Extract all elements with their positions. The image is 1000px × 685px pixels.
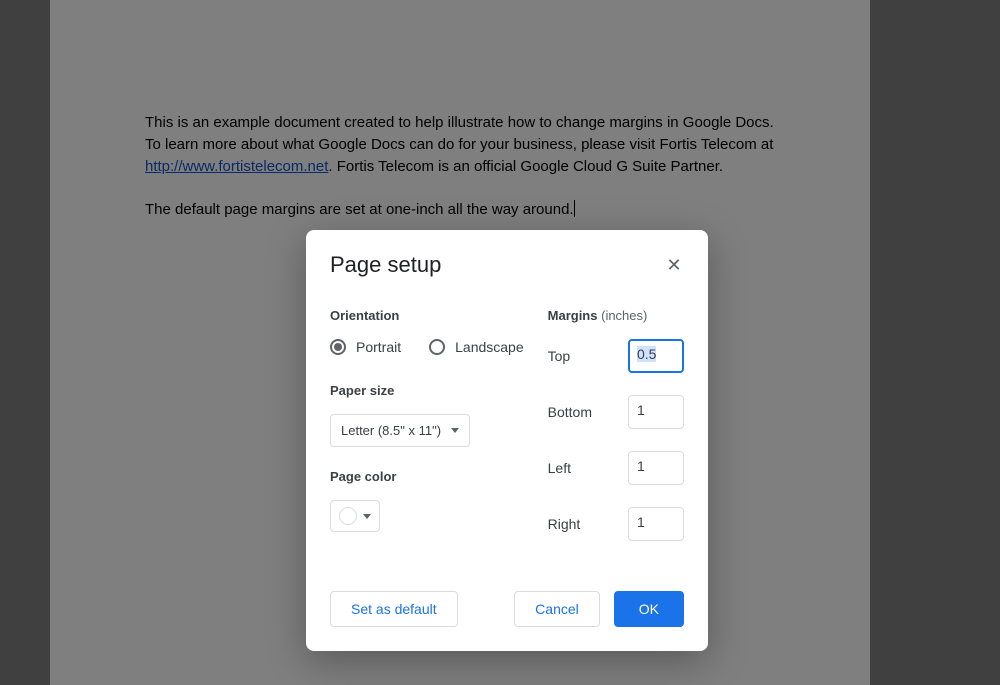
paper-size-label: Paper size <box>330 383 524 398</box>
radio-icon <box>429 339 445 355</box>
input-value: 0.5 <box>637 346 656 362</box>
orientation-options: Portrait Landscape <box>330 339 524 355</box>
margin-label: Top <box>548 348 571 364</box>
margin-label: Left <box>548 460 571 476</box>
close-icon[interactable]: ✕ <box>664 256 684 274</box>
dialog-body: Orientation Portrait Landscape Paper siz… <box>330 308 684 541</box>
dialog-header: Page setup ✕ <box>330 252 684 278</box>
margin-left-input[interactable]: 1 <box>628 451 684 485</box>
page-setup-dialog: Page setup ✕ Orientation Portrait Landsc… <box>306 230 708 651</box>
radio-label: Portrait <box>356 339 401 355</box>
paper-size-value: Letter (8.5" x 11") <box>341 423 441 438</box>
orientation-portrait-radio[interactable]: Portrait <box>330 339 401 355</box>
margin-left-row: Left 1 <box>548 451 684 485</box>
input-value: 1 <box>637 458 645 474</box>
paper-size-select[interactable]: Letter (8.5" x 11") <box>330 414 470 447</box>
orientation-landscape-radio[interactable]: Landscape <box>429 339 524 355</box>
cancel-button[interactable]: Cancel <box>514 591 600 627</box>
orientation-label: Orientation <box>330 308 524 323</box>
chevron-down-icon <box>451 428 459 433</box>
margin-label: Right <box>548 516 581 532</box>
margin-right-row: Right 1 <box>548 507 684 541</box>
input-value: 1 <box>637 514 645 530</box>
page-color-select[interactable] <box>330 500 380 532</box>
ok-button[interactable]: OK <box>614 591 684 627</box>
margins-label: Margins (inches) <box>548 308 684 323</box>
spacer <box>472 591 501 627</box>
margin-top-row: Top 0.5 <box>548 339 684 373</box>
margin-top-input[interactable]: 0.5 <box>628 339 684 373</box>
margins-label-text: Margins <box>548 308 598 323</box>
radio-icon <box>330 339 346 355</box>
color-swatch <box>339 507 357 525</box>
set-default-button[interactable]: Set as default <box>330 591 458 627</box>
chevron-down-icon <box>363 514 371 519</box>
dialog-footer: Set as default Cancel OK <box>330 591 684 627</box>
margin-bottom-row: Bottom 1 <box>548 395 684 429</box>
page-color-label: Page color <box>330 469 524 484</box>
margins-unit: (inches) <box>601 308 647 323</box>
radio-label: Landscape <box>455 339 524 355</box>
margin-right-input[interactable]: 1 <box>628 507 684 541</box>
dialog-left-column: Orientation Portrait Landscape Paper siz… <box>330 308 524 541</box>
dialog-title: Page setup <box>330 252 441 278</box>
margin-bottom-input[interactable]: 1 <box>628 395 684 429</box>
dialog-right-column: Margins (inches) Top 0.5 Bottom 1 Left 1… <box>548 308 684 541</box>
input-value: 1 <box>637 402 645 418</box>
margin-label: Bottom <box>548 404 592 420</box>
